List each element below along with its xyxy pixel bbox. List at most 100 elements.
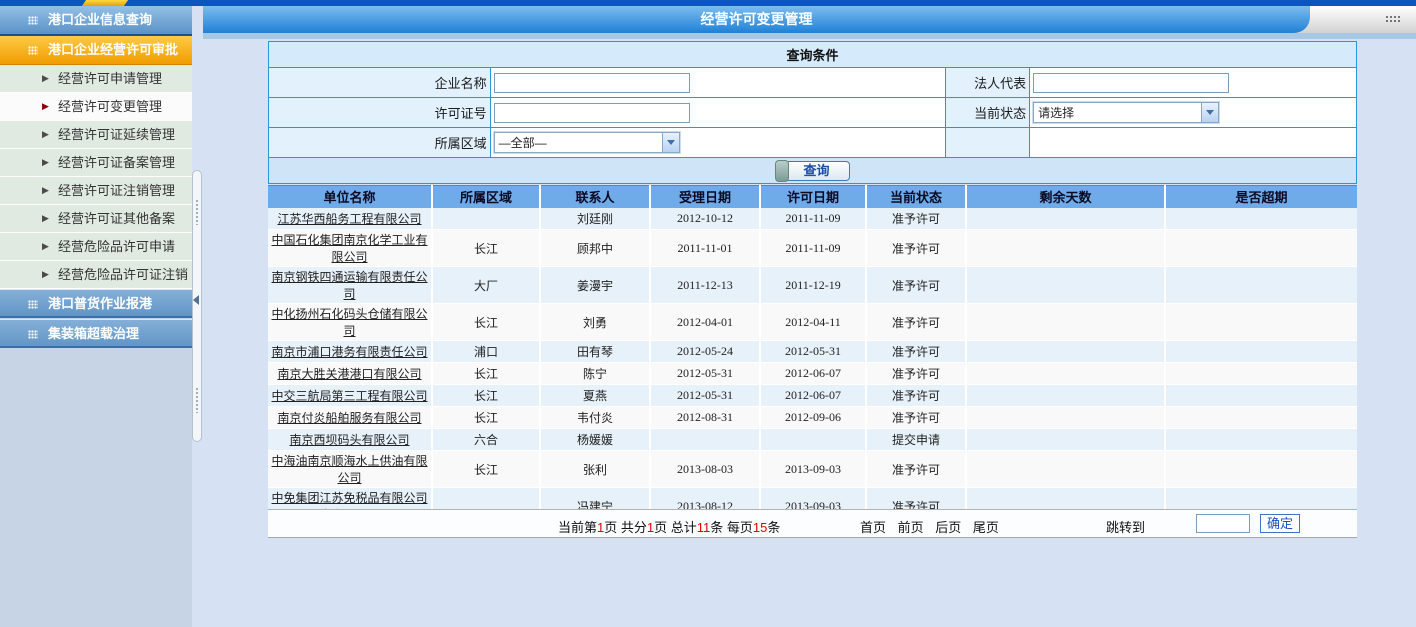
cell-contact: 夏燕	[540, 385, 650, 407]
cell-permit-date: 2012-04-11	[760, 304, 866, 341]
jump-page-input[interactable]	[1196, 514, 1250, 533]
cell-permit-date: 2012-05-31	[760, 341, 866, 363]
grip-dots-icon	[195, 199, 199, 225]
pagination-bar: 当前第1页 共分1页 总计11条 每页15条 首页 前页 后页 尾页 跳转到 确…	[268, 509, 1357, 538]
cell-region: 浦口	[432, 341, 540, 363]
cell-company: 中交三航局第三工程有限公司	[268, 385, 432, 407]
cell-contact: 田有琴	[540, 341, 650, 363]
jump-confirm-button[interactable]: 确定	[1260, 514, 1300, 533]
submenu-item-danger-cancel[interactable]: ▶ 经营危险品许可证注销	[0, 261, 192, 289]
current-status-value: 请选择	[1034, 104, 1201, 121]
col-header-company[interactable]: 单位名称	[268, 186, 432, 208]
cell-accept-date: 2012-05-24	[650, 341, 760, 363]
sidebar-collapse-handle[interactable]	[192, 170, 202, 442]
col-header-overdue[interactable]: 是否超期	[1165, 186, 1357, 208]
region-label: 所属区域	[269, 128, 491, 158]
company-link[interactable]: 南京付炎船舶服务有限公司	[277, 411, 421, 425]
current-status-select[interactable]: 请选择	[1033, 102, 1219, 123]
col-header-contact[interactable]: 联系人	[540, 186, 650, 208]
button-grip-decoration	[775, 160, 789, 182]
cell-accept-date: 2012-05-31	[650, 385, 760, 407]
sidebar-item-license-approval[interactable]: 港口企业经营许可审批	[0, 36, 192, 65]
cell-region: 长江	[432, 230, 540, 267]
col-header-permit-date[interactable]: 许可日期	[760, 186, 866, 208]
cell-accept-date: 2012-05-31	[650, 363, 760, 385]
sidebar-item-cargo-report[interactable]: 港口普货作业报港	[0, 289, 192, 318]
table-row: 江苏华西船务工程有限公司 刘廷刚 2012-10-12 2011-11-09 准…	[268, 208, 1357, 230]
cell-accept-date: 2012-10-12	[650, 208, 760, 230]
legal-person-input[interactable]	[1033, 73, 1229, 93]
submenu-item-other-record[interactable]: ▶ 经营许可证其他备案	[0, 205, 192, 233]
cell-company: 江苏华西船务工程有限公司	[268, 208, 432, 230]
submenu-item-change-manage[interactable]: ▶ 经营许可变更管理	[0, 93, 192, 121]
company-link[interactable]: 南京大胜关港港口有限公司	[277, 367, 421, 381]
cell-company: 中国石化集团南京化学工业有限公司	[268, 230, 432, 267]
cell-overdue	[1165, 385, 1357, 407]
last-page-link[interactable]: 尾页	[973, 520, 999, 535]
cell-company: 南京付炎船舶服务有限公司	[268, 407, 432, 429]
company-link[interactable]: 南京西坝码头有限公司	[289, 433, 409, 447]
submenu-item-danger-apply[interactable]: ▶ 经营危险品许可申请	[0, 233, 192, 261]
cell-overdue	[1165, 230, 1357, 267]
cell-company: 南京钢铁四通运输有限责任公司	[268, 267, 432, 304]
cell-permit-date: 2012-06-07	[760, 385, 866, 407]
cell-remain-days	[966, 304, 1165, 341]
cell-region: 长江	[432, 363, 540, 385]
chevron-down-icon	[1206, 110, 1214, 115]
submenu-item-label: 经营许可证延续管理	[58, 127, 175, 142]
submenu-item-label: 经营危险品许可申请	[58, 239, 175, 254]
current-status-label: 当前状态	[946, 98, 1030, 128]
cell-remain-days	[966, 341, 1165, 363]
table-row: 南京钢铁四通运输有限责任公司 大厂 姜漫宇 2011-12-13 2011-12…	[268, 267, 1357, 304]
license-no-input[interactable]	[494, 103, 690, 123]
company-link[interactable]: 南京钢铁四通运输有限责任公司	[271, 270, 427, 301]
collapse-left-arrow-icon	[193, 295, 199, 305]
dropdown-button[interactable]	[662, 133, 679, 152]
dropdown-button[interactable]	[1201, 103, 1218, 122]
prev-page-link[interactable]: 前页	[898, 520, 924, 535]
submenu-item-renew-manage[interactable]: ▶ 经营许可证延续管理	[0, 121, 192, 149]
cell-remain-days	[966, 451, 1165, 488]
company-link[interactable]: 南京市浦口港务有限责任公司	[271, 345, 427, 359]
company-name-input[interactable]	[494, 73, 690, 93]
window-grip-dots-icon	[1385, 15, 1400, 23]
cell-status: 准予许可	[866, 230, 966, 267]
cell-accept-date: 2013-08-03	[650, 451, 760, 488]
company-link[interactable]: 中化扬州石化码头仓储有限公司	[271, 307, 427, 338]
menu-arrow-dots-icon	[28, 330, 38, 339]
submenu-item-apply-manage[interactable]: ▶ 经营许可申请管理	[0, 65, 192, 93]
region-select[interactable]: —全部—	[494, 132, 680, 153]
submenu-item-cancel-manage[interactable]: ▶ 经营许可证注销管理	[0, 177, 192, 205]
col-header-region[interactable]: 所属区域	[432, 186, 540, 208]
cell-contact: 陈宁	[540, 363, 650, 385]
cell-remain-days	[966, 429, 1165, 451]
chevron-down-icon	[667, 140, 675, 145]
query-button[interactable]: 查询	[776, 161, 850, 181]
cell-remain-days	[966, 385, 1165, 407]
company-link[interactable]: 中交三航局第三工程有限公司	[271, 389, 427, 403]
cell-remain-days	[966, 363, 1165, 385]
sidebar-item-info-query[interactable]: 港口企业信息查询	[0, 6, 192, 36]
menu-arrow-dots-icon	[28, 46, 38, 55]
company-link[interactable]: 江苏华西船务工程有限公司	[277, 212, 421, 226]
cell-region	[432, 208, 540, 230]
cell-remain-days	[966, 267, 1165, 304]
query-button-label: 查询	[803, 163, 829, 178]
cell-permit-date: 2013-09-03	[760, 451, 866, 488]
pagination-text: 页 共分	[604, 520, 647, 535]
next-page-link[interactable]: 后页	[935, 520, 961, 535]
table-row: 南京市浦口港务有限责任公司 浦口 田有琴 2012-05-24 2012-05-…	[268, 341, 1357, 363]
submenu-item-record-manage[interactable]: ▶ 经营许可证备案管理	[0, 149, 192, 177]
company-link[interactable]: 中国石化集团南京化学工业有限公司	[271, 233, 427, 264]
sidebar-item-container-overload[interactable]: 集装箱超载治理	[0, 319, 192, 348]
company-link[interactable]: 中海油南京顺海水上供油有限公司	[271, 454, 427, 485]
col-header-status[interactable]: 当前状态	[866, 186, 966, 208]
cell-permit-date: 2011-12-19	[760, 267, 866, 304]
col-header-accept-date[interactable]: 受理日期	[650, 186, 760, 208]
sidebar-item-label: 港口普货作业报港	[48, 296, 152, 311]
cell-status: 提交申请	[866, 429, 966, 451]
cell-contact: 韦付炎	[540, 407, 650, 429]
first-page-link[interactable]: 首页	[860, 520, 886, 535]
cell-contact: 姜漫宇	[540, 267, 650, 304]
col-header-remain-days[interactable]: 剩余天数	[966, 186, 1165, 208]
